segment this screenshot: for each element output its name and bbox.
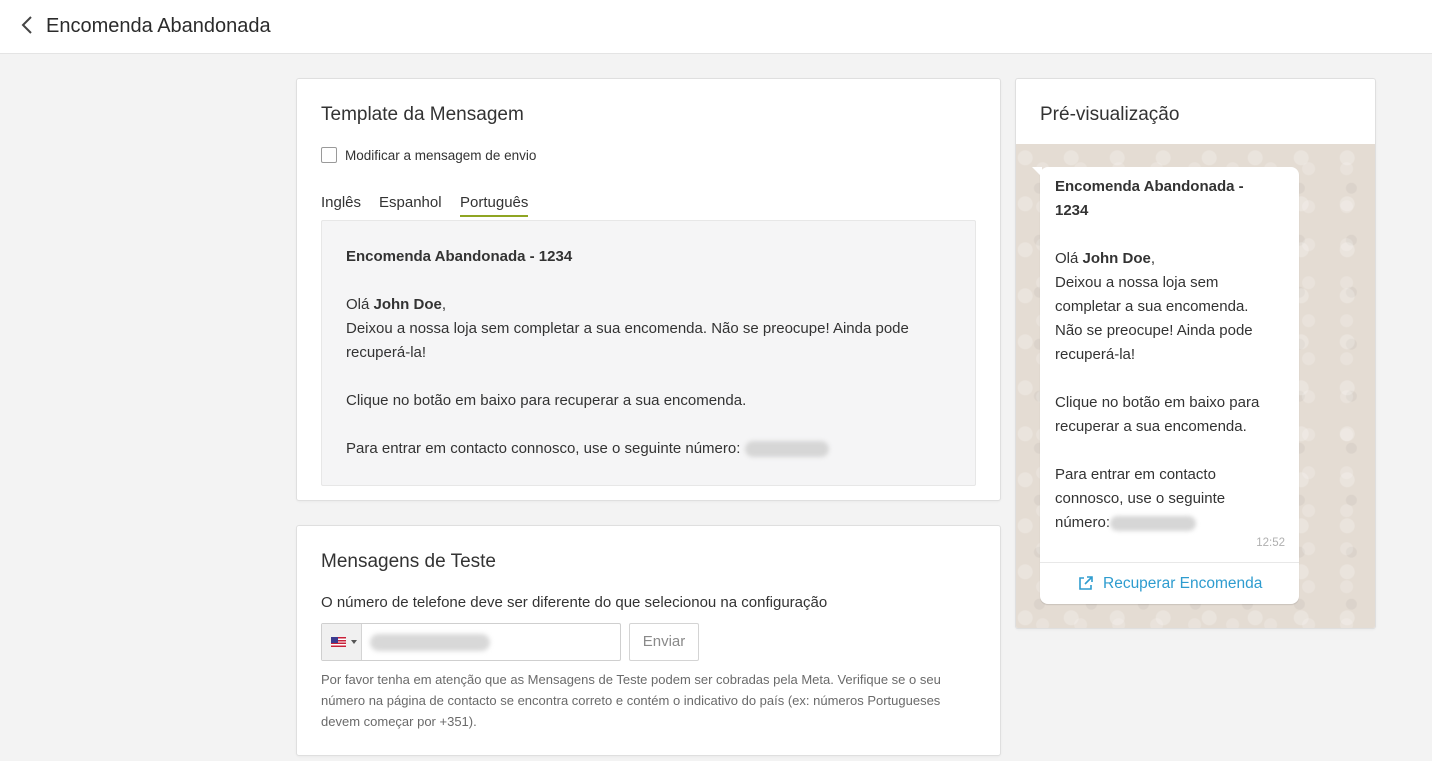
test-messages-card: Mensagens de Teste O número de telefone … <box>296 525 1001 756</box>
tab-portuguese[interactable]: Português <box>460 194 529 217</box>
country-selector[interactable] <box>322 624 362 660</box>
tab-english[interactable]: Inglês <box>321 194 361 215</box>
preview-body-line: recuperá-la! <box>1055 346 1136 363</box>
preview-body-line: Deixou a nossa loja sem <box>1055 274 1219 291</box>
message-heading: Encomenda Abandonada - 1234 <box>346 248 573 265</box>
send-button[interactable]: Enviar <box>629 623 699 661</box>
preview-heading: Encomenda Abandonada - <box>1055 178 1244 195</box>
redacted-phone-number <box>1110 515 1197 531</box>
message-bubble: Encomenda Abandonada - 1234 Olá John Doe… <box>1032 167 1299 604</box>
message-template-box: Encomenda Abandonada - 1234 Olá John Doe… <box>321 220 976 486</box>
preview-greeting: Olá John Doe, <box>1055 250 1156 267</box>
preview-cta-line: Clique no botão em baixo para <box>1055 394 1260 411</box>
message-contact: Para entrar em contacto connosco, use o … <box>346 437 829 461</box>
modify-message-checkbox[interactable] <box>321 147 337 163</box>
preview-body-line: completar a sua encomenda. <box>1055 298 1249 315</box>
external-link-icon <box>1079 576 1093 590</box>
recover-order-label: Recuperar Encomenda <box>1103 575 1263 592</box>
template-title: Template da Mensagem <box>321 104 524 125</box>
us-flag-icon <box>331 637 346 647</box>
modify-message-label[interactable]: Modificar a mensagem de envio <box>345 148 536 164</box>
top-bar: Encomenda Abandonada <box>0 0 1432 54</box>
chat-background: Encomenda Abandonada - 1234 Olá John Doe… <box>1016 144 1375 628</box>
preview-title: Pré-visualização <box>1040 104 1180 125</box>
test-hint: O número de telefone deve ser diferente … <box>321 594 828 611</box>
preview-customer-name: John Doe <box>1082 250 1151 267</box>
recover-order-button[interactable]: Recuperar Encomenda <box>1040 563 1299 604</box>
preview-cta-line: recuperar a sua encomenda. <box>1055 418 1247 435</box>
message-time: 12:52 <box>1256 537 1285 549</box>
page-title: Encomenda Abandonada <box>46 15 271 37</box>
preview-contact-line: connosco, use o seguinte <box>1055 490 1226 507</box>
message-body-line: Deixou a nossa loja sem completar a sua … <box>346 320 909 337</box>
customer-name: John Doe <box>373 296 442 313</box>
preview-body-line: Não se preocupe! Ainda pode <box>1055 322 1253 339</box>
back-chevron-icon[interactable] <box>20 14 36 36</box>
template-card: Template da Mensagem Modificar a mensage… <box>296 78 1001 501</box>
message-greeting: Olá John Doe, <box>346 296 447 313</box>
redacted-phone-number <box>744 441 829 458</box>
test-title: Mensagens de Teste <box>321 551 496 572</box>
bubble-tail <box>1032 167 1042 177</box>
preview-contact-line: Para entrar em contacto <box>1055 466 1216 483</box>
message-cta: Clique no botão em baixo para recuperar … <box>346 392 747 409</box>
preview-card: Pré-visualização Encomenda Abandonada - … <box>1015 78 1376 629</box>
redacted-phone-value <box>370 634 490 651</box>
preview-contact-line: número: <box>1055 511 1197 535</box>
caret-down-icon <box>351 640 357 644</box>
phone-input-group <box>321 623 621 661</box>
test-note: Por favor tenha em atenção que as Mensag… <box>321 672 941 729</box>
tab-spanish[interactable]: Espanhol <box>379 194 442 215</box>
preview-heading: 1234 <box>1055 202 1089 219</box>
message-body-line: recuperá-la! <box>346 344 427 361</box>
